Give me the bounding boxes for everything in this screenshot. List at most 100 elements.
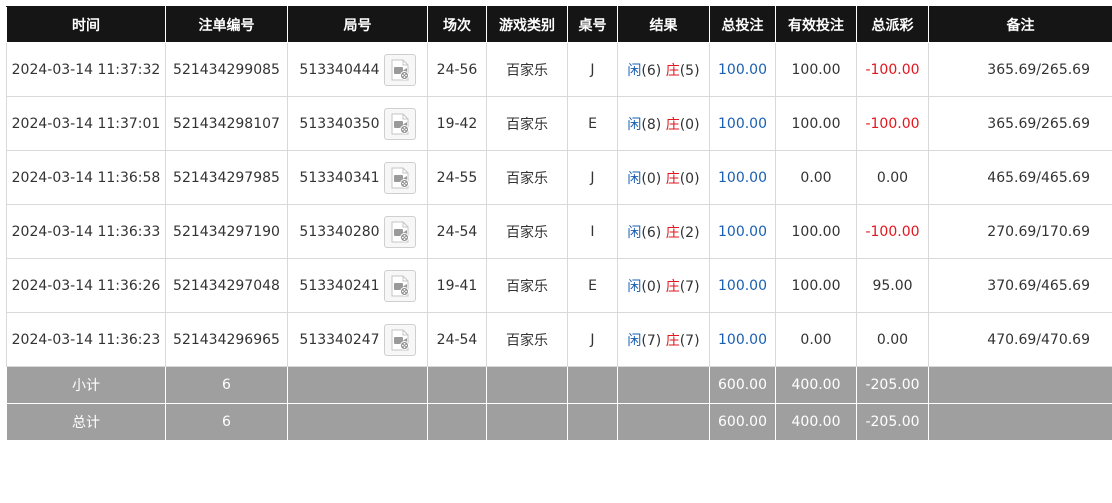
cell-game-type: 百家乐 [486,312,568,367]
cell-game-type: 百家乐 [486,42,568,97]
table-row: 2024-03-14 11:36:58 521434297985 5133403… [6,150,1112,205]
result-banker-score: (2) [679,224,700,241]
cell-time: 2024-03-14 11:36:58 [6,150,166,205]
grand-total-count: 6 [165,403,288,441]
result-banker-label: 庄 [665,170,680,187]
subtotal-valid-bet: 400.00 [775,366,857,404]
cell-bet-id: 521434297190 [165,204,288,259]
replay-button[interactable] [383,53,416,86]
cell-total-bet: 100.00 [709,312,776,367]
film-replay-icon [391,167,409,188]
subtotal-empty [617,366,710,404]
cell-valid-bet: 0.00 [775,312,857,367]
cell-total-bet: 100.00 [709,42,776,97]
replay-button[interactable] [383,215,416,248]
cell-session: 19-42 [427,96,487,151]
cell-remark: 270.69/170.69 [928,204,1112,259]
result-player-score: (7) [641,332,662,349]
cell-total-bet: 100.00 [709,204,776,259]
cell-table: E [567,96,618,151]
cell-round: 513340241 [287,258,428,313]
grand-total-valid-bet: 400.00 [775,403,857,441]
result-player-label: 闲 [627,224,642,241]
cell-result: 闲(7) 庄(7) [617,312,710,367]
cell-time: 2024-03-14 11:36:26 [6,258,166,313]
result-banker-score: (5) [679,62,700,79]
result-banker-score: (0) [679,170,700,187]
film-replay-icon [391,329,409,350]
grand-total-empty [287,403,428,441]
cell-game-type: 百家乐 [486,96,568,151]
grand-total-payout: -205.00 [856,403,929,441]
cell-payout: 0.00 [856,312,929,367]
col-header-table: 桌号 [567,6,618,43]
subtotal-row: 小计 6 600.00 400.00 -205.00 [6,366,1112,404]
film-replay-icon [391,59,409,80]
film-replay-icon [391,275,409,296]
cell-valid-bet: 0.00 [775,150,857,205]
replay-button[interactable] [383,269,416,302]
col-header-payout: 总派彩 [856,6,929,43]
cell-session: 19-41 [427,258,487,313]
cell-time: 2024-03-14 11:37:32 [6,42,166,97]
result-banker-label: 庄 [665,224,680,241]
cell-payout: -100.00 [856,96,929,151]
cell-remark: 470.69/470.69 [928,312,1112,367]
cell-total-bet: 100.00 [709,96,776,151]
table-header: 时间 注单编号 局号 场次 游戏类别 桌号 结果 总投注 有效投注 总派彩 备注 [6,6,1112,43]
cell-game-type: 百家乐 [486,150,568,205]
col-header-time: 时间 [6,6,166,43]
cell-round: 513340350 [287,96,428,151]
result-banker-label: 庄 [665,332,680,349]
cell-session: 24-54 [427,204,487,259]
col-header-session: 场次 [427,6,487,43]
table-row: 2024-03-14 11:37:01 521434298107 5133403… [6,96,1112,151]
result-player-label: 闲 [627,62,642,79]
film-replay-icon [391,221,409,242]
subtotal-total-bet: 600.00 [709,366,776,404]
result-banker-label: 庄 [665,116,680,133]
table-row: 2024-03-14 11:36:23 521434296965 5133402… [6,312,1112,367]
replay-button[interactable] [383,161,416,194]
cell-remark: 365.69/265.69 [928,96,1112,151]
cell-result: 闲(6) 庄(5) [617,42,710,97]
cell-valid-bet: 100.00 [775,42,857,97]
col-header-remark: 备注 [928,6,1112,43]
table-footer: 小计 6 600.00 400.00 -205.00 总计 6 600.00 4… [6,366,1112,441]
result-player-label: 闲 [627,332,642,349]
result-player-label: 闲 [627,116,642,133]
replay-button[interactable] [383,323,416,356]
subtotal-empty [486,366,568,404]
round-number: 513340341 [299,169,380,186]
round-number: 513340444 [299,61,380,78]
cell-time: 2024-03-14 11:37:01 [6,96,166,151]
col-header-bet-id: 注单编号 [165,6,288,43]
cell-payout: 95.00 [856,258,929,313]
cell-round: 513340444 [287,42,428,97]
cell-total-bet: 100.00 [709,150,776,205]
cell-time: 2024-03-14 11:36:23 [6,312,166,367]
col-header-round: 局号 [287,6,428,43]
result-player-score: (0) [641,170,662,187]
grand-total-total-bet: 600.00 [709,403,776,441]
grand-total-empty [427,403,487,441]
cell-remark: 370.69/465.69 [928,258,1112,313]
cell-game-type: 百家乐 [486,204,568,259]
subtotal-empty [287,366,428,404]
grand-total-empty [486,403,568,441]
cell-payout: 0.00 [856,150,929,205]
cell-table: E [567,258,618,313]
grand-total-empty [567,403,618,441]
result-player-label: 闲 [627,278,642,295]
cell-valid-bet: 100.00 [775,258,857,313]
cell-bet-id: 521434297048 [165,258,288,313]
subtotal-empty [427,366,487,404]
result-player-score: (6) [641,62,662,79]
result-banker-score: (7) [679,278,700,295]
cell-round: 513340280 [287,204,428,259]
cell-total-bet: 100.00 [709,258,776,313]
replay-button[interactable] [383,107,416,140]
cell-payout: -100.00 [856,42,929,97]
col-header-total-bet: 总投注 [709,6,776,43]
result-player-score: (0) [641,278,662,295]
